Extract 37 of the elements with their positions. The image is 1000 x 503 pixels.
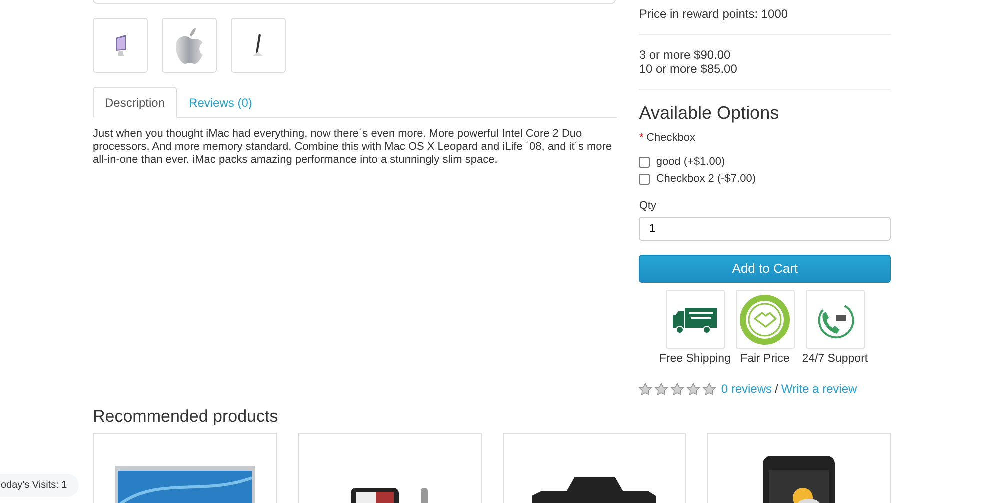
qty-field[interactable]: 1 (639, 217, 891, 241)
checkbox[interactable] (639, 174, 650, 184)
add-to-cart-button[interactable]: Add to Cart (639, 254, 891, 283)
badge-label: 24/7 Support (802, 353, 868, 365)
write-review-link[interactable]: Write a review (781, 382, 858, 396)
product-card[interactable] (298, 433, 482, 503)
star-icon (655, 382, 668, 396)
star-icon (671, 382, 684, 396)
product-card[interactable] (502, 433, 686, 503)
tab[interactable]: Reviews (0) (177, 87, 264, 118)
separator-text: / (775, 382, 778, 396)
reward-points-text: Price in reward points: 1000 (639, 7, 790, 21)
apple-logo-icon (174, 26, 206, 64)
section-heading: Recommended products (93, 407, 280, 427)
option-label: Checkbox (646, 132, 696, 144)
product-card[interactable] (707, 433, 891, 503)
checkbox-label: Checkbox 2 (-$7.00) (656, 173, 756, 185)
product-thumbnail[interactable] (231, 18, 286, 73)
product-thumbnail[interactable] (162, 18, 217, 73)
visits-counter: oday's Visits: 1 (0, 474, 80, 497)
description-text: Just when you thought iMac had everything, now there´s even more. More powerful Intel Core 2 Duo processors. And more memory standard. Combine this with Mac OS X Leopard and iLife ´08, and it´s more all-in-one than ever. iMac packs amazing performance into a stunningly slim space. (93, 128, 614, 167)
discount-text: 10 or more $85.00 (639, 62, 738, 76)
monitor-icon (114, 34, 128, 56)
star-icon (639, 382, 652, 396)
required-mark: * (639, 132, 644, 144)
discount-text: 3 or more $90.00 (639, 48, 732, 62)
tab[interactable]: Description (93, 87, 178, 118)
section-heading: Available Options (639, 103, 780, 124)
qty-label: Qty (639, 200, 658, 212)
reviews-link[interactable]: 0 reviews (721, 382, 772, 396)
badge-label: Fair Price (740, 353, 790, 365)
badge-label: Free Shipping (659, 353, 731, 365)
checkbox-label: good (+$1.00) (656, 156, 726, 168)
product-thumbnail[interactable] (93, 18, 148, 73)
checkbox[interactable] (639, 156, 650, 168)
star-icon (703, 382, 716, 396)
star-icon (687, 382, 700, 396)
